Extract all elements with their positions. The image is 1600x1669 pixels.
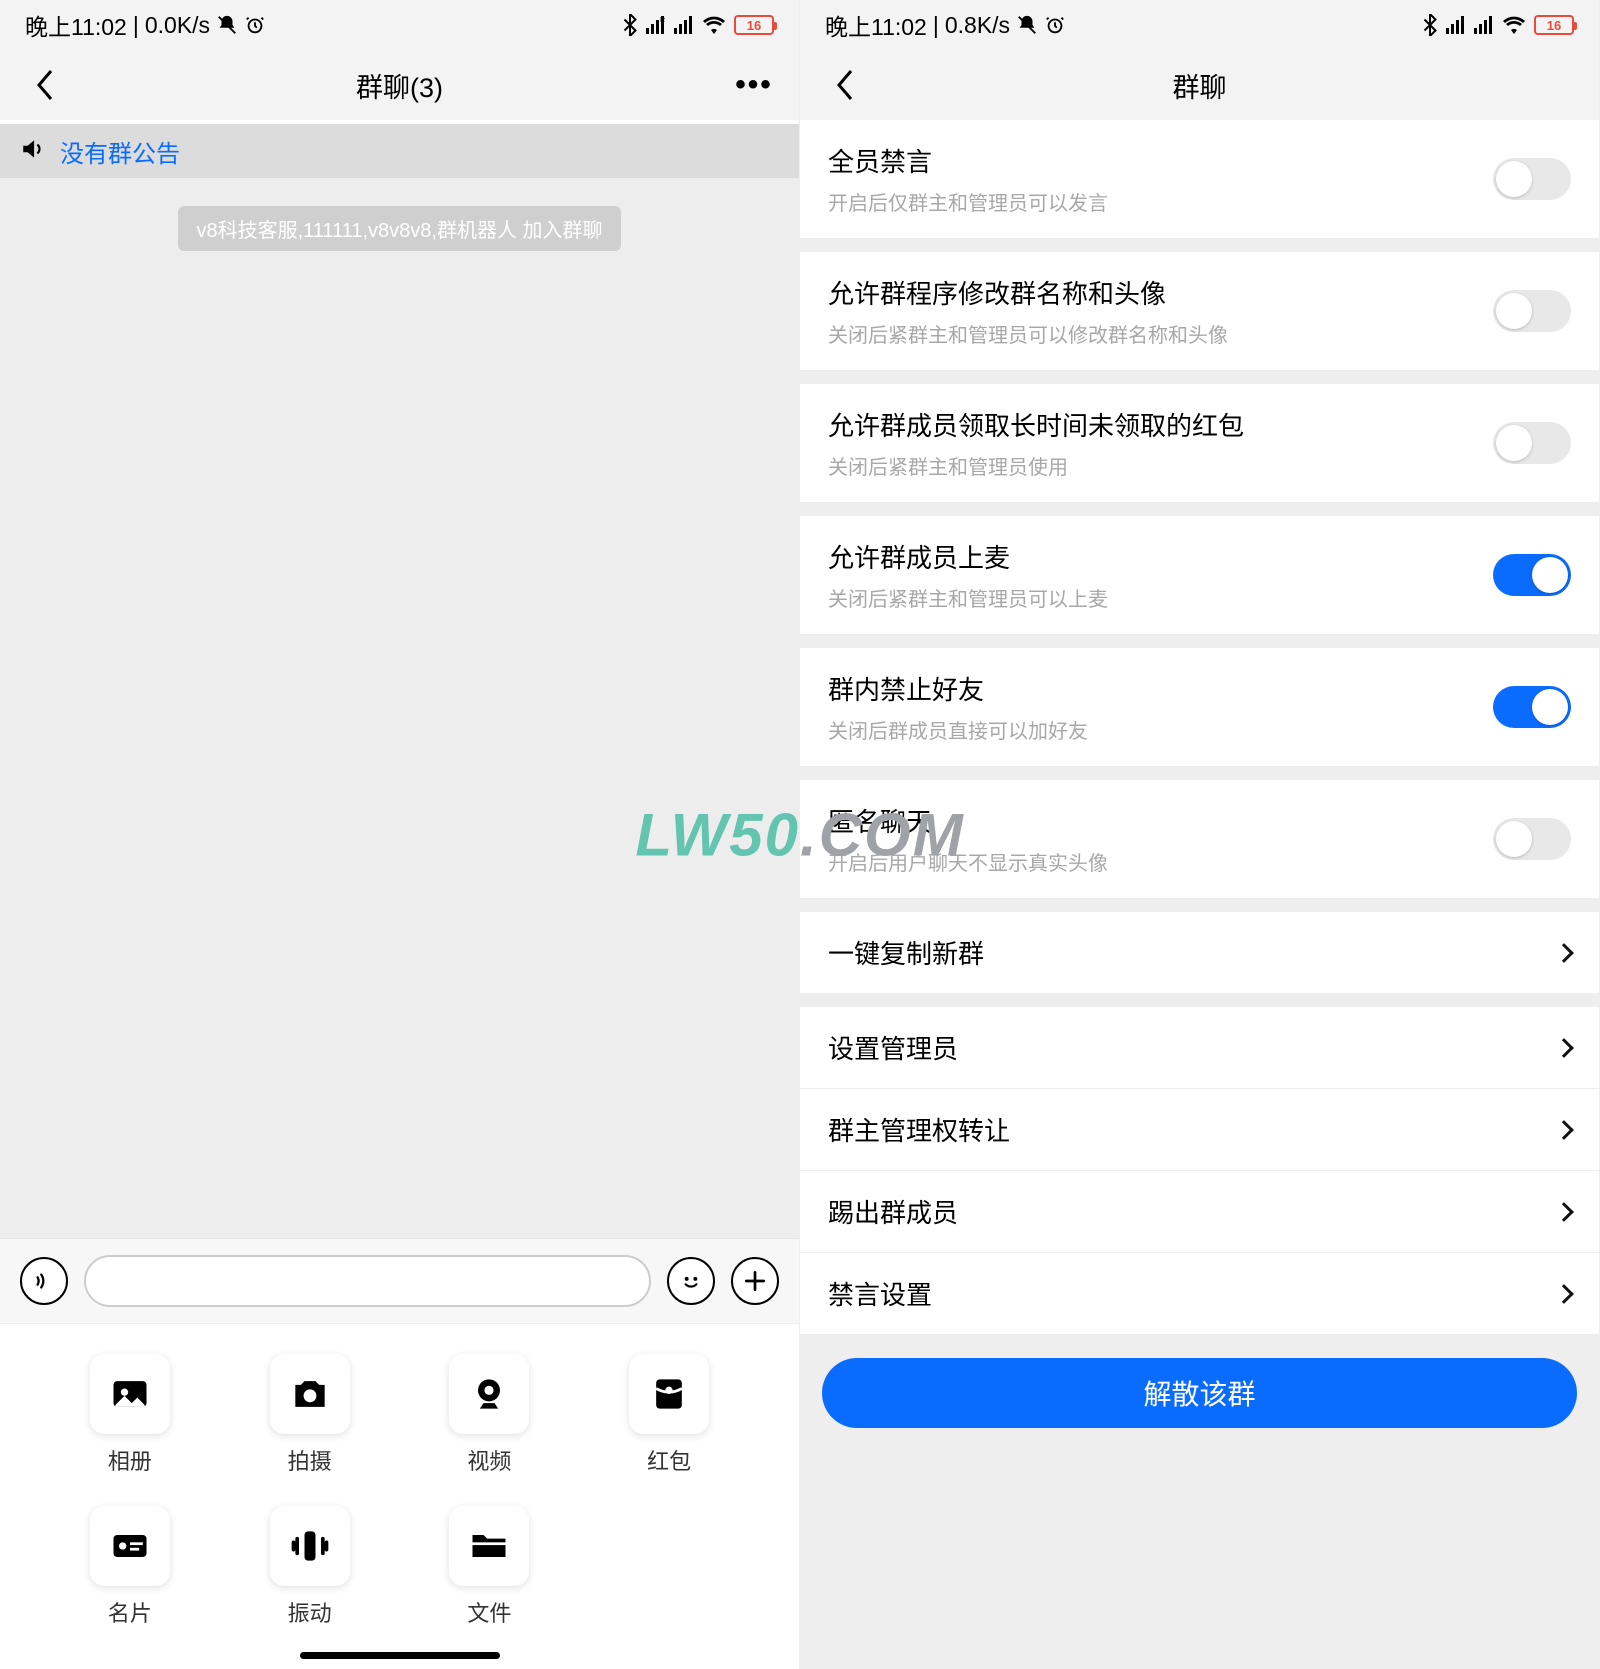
setting-desc: 关闭后紧群主和管理员可以上麦 — [828, 583, 1493, 612]
message-input[interactable] — [84, 1255, 651, 1307]
chevron-right-icon — [1554, 1202, 1574, 1222]
chat-area: v8科技客服,111111,v8v8v8,群机器人 加入群聊 — [0, 178, 799, 1238]
input-bar — [0, 1238, 799, 1323]
emoji-button[interactable] — [667, 1257, 715, 1305]
signal-icon-2 — [674, 16, 694, 34]
mute-icon — [1016, 14, 1038, 36]
toggle-allow-claim-hongbao[interactable] — [1493, 422, 1571, 464]
toggle-mute-all[interactable] — [1493, 158, 1571, 200]
toggle-allow-mic[interactable] — [1493, 554, 1571, 596]
vibrate-icon — [270, 1506, 350, 1586]
signal-icon: R — [646, 16, 666, 34]
toggle-forbid-friend[interactable] — [1493, 686, 1571, 728]
status-time: 晚上11:02 — [825, 8, 927, 42]
speaker-icon — [20, 136, 46, 167]
setting-desc: 开启后用户聊天不显示真实头像 — [828, 847, 1493, 876]
status-bar: 晚上11:02 | 0.8K/s 16 — [800, 0, 1599, 50]
status-net: 0.0K/s — [145, 12, 210, 39]
plus-button[interactable] — [731, 1257, 779, 1305]
setting-desc: 开启后仅群主和管理员可以发言 — [828, 187, 1493, 216]
chevron-right-icon — [1554, 1284, 1574, 1304]
announcement-text: 没有群公告 — [60, 134, 180, 169]
alarm-icon — [1044, 14, 1066, 36]
link-copy-group[interactable]: 一键复制新群 — [800, 912, 1599, 993]
nav-bar: 群聊 — [800, 50, 1599, 120]
attach-card[interactable]: 名片 — [40, 1506, 220, 1628]
phone-left-chat: 晚上11:02 | 0.0K/s R 16 群聊(3) ••• 没有群公告 v8… — [0, 0, 800, 1669]
chevron-right-icon — [1554, 943, 1574, 963]
voice-button[interactable] — [20, 1257, 68, 1305]
attach-vibrate[interactable]: 振动 — [220, 1506, 400, 1628]
signal-icon-2 — [1474, 16, 1494, 34]
photo-icon — [90, 1354, 170, 1434]
setting-title: 全员禁言 — [828, 142, 1493, 179]
camera-icon — [270, 1354, 350, 1434]
announcement-bar[interactable]: 没有群公告 — [0, 120, 799, 178]
chevron-right-icon — [1554, 1038, 1574, 1058]
bluetooth-icon — [1422, 14, 1438, 36]
settings-list: 全员禁言开启后仅群主和管理员可以发言允许群程序修改群名称和头像关闭后紧群主和管理… — [800, 120, 1599, 1669]
setting-desc: 关闭后紧群主和管理员可以修改群名称和头像 — [828, 319, 1493, 348]
mute-icon — [216, 14, 238, 36]
setting-title: 匿名聊天 — [828, 802, 1493, 839]
card-icon — [90, 1506, 170, 1586]
page-title: 群聊 — [1173, 66, 1227, 105]
link-set-admin[interactable]: 设置管理员 — [800, 1007, 1599, 1088]
attach-shoot[interactable]: 拍摄 — [220, 1354, 400, 1476]
link-transfer-owner[interactable]: 群主管理权转让 — [800, 1088, 1599, 1170]
nav-bar: 群聊(3) ••• — [0, 50, 799, 120]
system-message: v8科技客服,111111,v8v8v8,群机器人 加入群聊 — [178, 206, 620, 251]
battery-icon: 16 — [1534, 15, 1574, 35]
back-button[interactable] — [825, 65, 865, 105]
link-mute-settings[interactable]: 禁言设置 — [800, 1252, 1599, 1334]
alarm-icon — [244, 14, 266, 36]
setting-forbid-friend: 群内禁止好友关闭后群成员直接可以加好友 — [800, 648, 1599, 766]
setting-mute-all: 全员禁言开启后仅群主和管理员可以发言 — [800, 120, 1599, 238]
back-button[interactable] — [25, 65, 65, 105]
home-indicator[interactable] — [300, 1652, 500, 1659]
status-time: 晚上11:02 — [25, 8, 127, 42]
setting-allow-claim-hongbao: 允许群成员领取长时间未领取的红包关闭后紧群主和管理员使用 — [800, 384, 1599, 502]
setting-title: 允许群成员上麦 — [828, 538, 1493, 575]
setting-desc: 关闭后群成员直接可以加好友 — [828, 715, 1493, 744]
setting-desc: 关闭后紧群主和管理员使用 — [828, 451, 1493, 480]
toggle-anonymous-chat[interactable] — [1493, 818, 1571, 860]
attach-file[interactable]: 文件 — [400, 1506, 580, 1628]
setting-title: 允许群成员领取长时间未领取的红包 — [828, 406, 1493, 443]
wifi-icon — [702, 16, 726, 34]
folder-icon — [449, 1506, 529, 1586]
webcam-icon — [449, 1354, 529, 1434]
attach-video[interactable]: 视频 — [400, 1354, 580, 1476]
bluetooth-icon — [622, 14, 638, 36]
chevron-right-icon — [1554, 1120, 1574, 1140]
link-kick-member[interactable]: 踢出群成员 — [800, 1170, 1599, 1252]
red-packet-icon — [629, 1354, 709, 1434]
svg-text:R: R — [660, 17, 665, 24]
attach-hongbao[interactable]: 红包 — [579, 1354, 759, 1476]
status-bar: 晚上11:02 | 0.0K/s R 16 — [0, 0, 799, 50]
page-title: 群聊(3) — [356, 66, 443, 105]
setting-title: 群内禁止好友 — [828, 670, 1493, 707]
attachment-panel: 相册 拍摄 视频 红包 名片 振动 文件 — [0, 1323, 799, 1638]
more-button[interactable]: ••• — [734, 65, 774, 105]
setting-anonymous-chat: 匿名聊天开启后用户聊天不显示真实头像 — [800, 780, 1599, 898]
status-net: 0.8K/s — [945, 12, 1010, 39]
disband-group-button[interactable]: 解散该群 — [822, 1358, 1577, 1428]
toggle-allow-edit-name[interactable] — [1493, 290, 1571, 332]
setting-title: 允许群程序修改群名称和头像 — [828, 274, 1493, 311]
setting-allow-mic: 允许群成员上麦关闭后紧群主和管理员可以上麦 — [800, 516, 1599, 634]
signal-icon — [1446, 16, 1466, 34]
wifi-icon — [1502, 16, 1526, 34]
setting-allow-edit-name: 允许群程序修改群名称和头像关闭后紧群主和管理员可以修改群名称和头像 — [800, 252, 1599, 370]
battery-icon: 16 — [734, 15, 774, 35]
phone-right-settings: 晚上11:02 | 0.8K/s 16 群聊 全员禁言开启后仅群主和管理员可以发… — [800, 0, 1600, 1669]
attach-album[interactable]: 相册 — [40, 1354, 220, 1476]
